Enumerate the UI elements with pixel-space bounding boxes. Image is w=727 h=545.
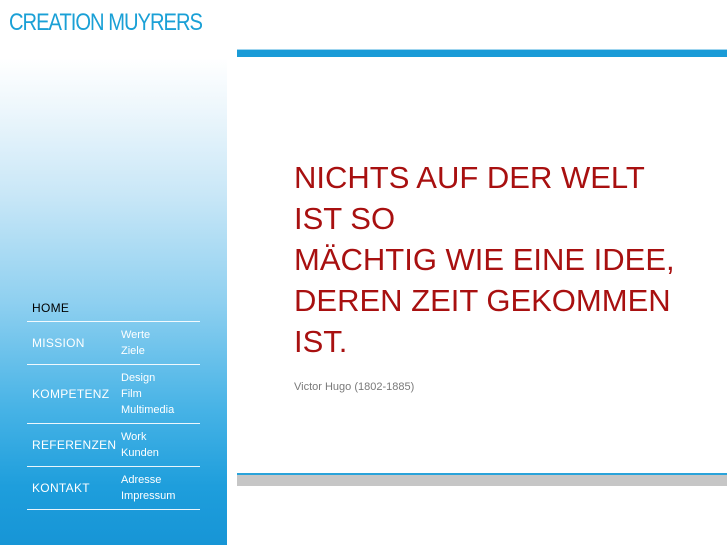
top-accent-bar [237,49,727,57]
main-nav: HOME MISSION Werte Ziele KOMPETENZ Desig… [27,294,200,510]
quote-line: IST SO [294,201,396,236]
nav-kontakt-subs: Adresse Impressum [121,472,175,504]
nav-item-kompetenz[interactable]: KOMPETENZ Design Film Multimedia [27,365,200,424]
nav-mission-subs: Werte Ziele [121,327,150,359]
quote-text: NICHTS AUF DER WELT IST SO MÄCHTIG WIE E… [294,157,714,362]
logo[interactable]: CREATION MUYRERS [6,6,208,40]
nav-mission-label[interactable]: MISSION [27,336,121,350]
nav-kompetenz-label[interactable]: KOMPETENZ [27,387,121,401]
quote-line: NICHTS AUF DER WELT [294,160,645,195]
nav-sub-multimedia[interactable]: Multimedia [121,402,174,418]
quote-line: MÄCHTIG WIE EINE IDEE, [294,242,675,277]
nav-sub-impressum[interactable]: Impressum [121,488,175,504]
nav-sub-werte[interactable]: Werte [121,327,150,343]
nav-item-kontakt[interactable]: KONTAKT Adresse Impressum [27,467,200,510]
logo-text: CREATION MUYRERS [9,9,203,36]
nav-referenzen-subs: Work Kunden [121,429,159,461]
nav-kompetenz-subs: Design Film Multimedia [121,370,174,418]
bottom-accent-bar [237,473,727,486]
nav-sub-film[interactable]: Film [121,386,174,402]
sidebar: HOME MISSION Werte Ziele KOMPETENZ Desig… [0,58,227,545]
nav-home-label[interactable]: HOME [27,301,121,315]
quote-line: DEREN ZEIT GEKOMMEN [294,283,671,318]
quote-author: Victor Hugo (1802-1885) [294,381,415,393]
nav-item-mission[interactable]: MISSION Werte Ziele [27,322,200,365]
nav-referenzen-label[interactable]: REFERENZEN [27,438,121,452]
nav-sub-work[interactable]: Work [121,429,159,445]
nav-sub-adresse[interactable]: Adresse [121,472,175,488]
nav-sub-kunden[interactable]: Kunden [121,445,159,461]
nav-item-referenzen[interactable]: REFERENZEN Work Kunden [27,424,200,467]
nav-sub-design[interactable]: Design [121,370,174,386]
nav-kontakt-label[interactable]: KONTAKT [27,481,121,495]
nav-sub-ziele[interactable]: Ziele [121,343,150,359]
nav-item-home[interactable]: HOME [27,294,200,322]
quote-line: IST. [294,324,348,359]
